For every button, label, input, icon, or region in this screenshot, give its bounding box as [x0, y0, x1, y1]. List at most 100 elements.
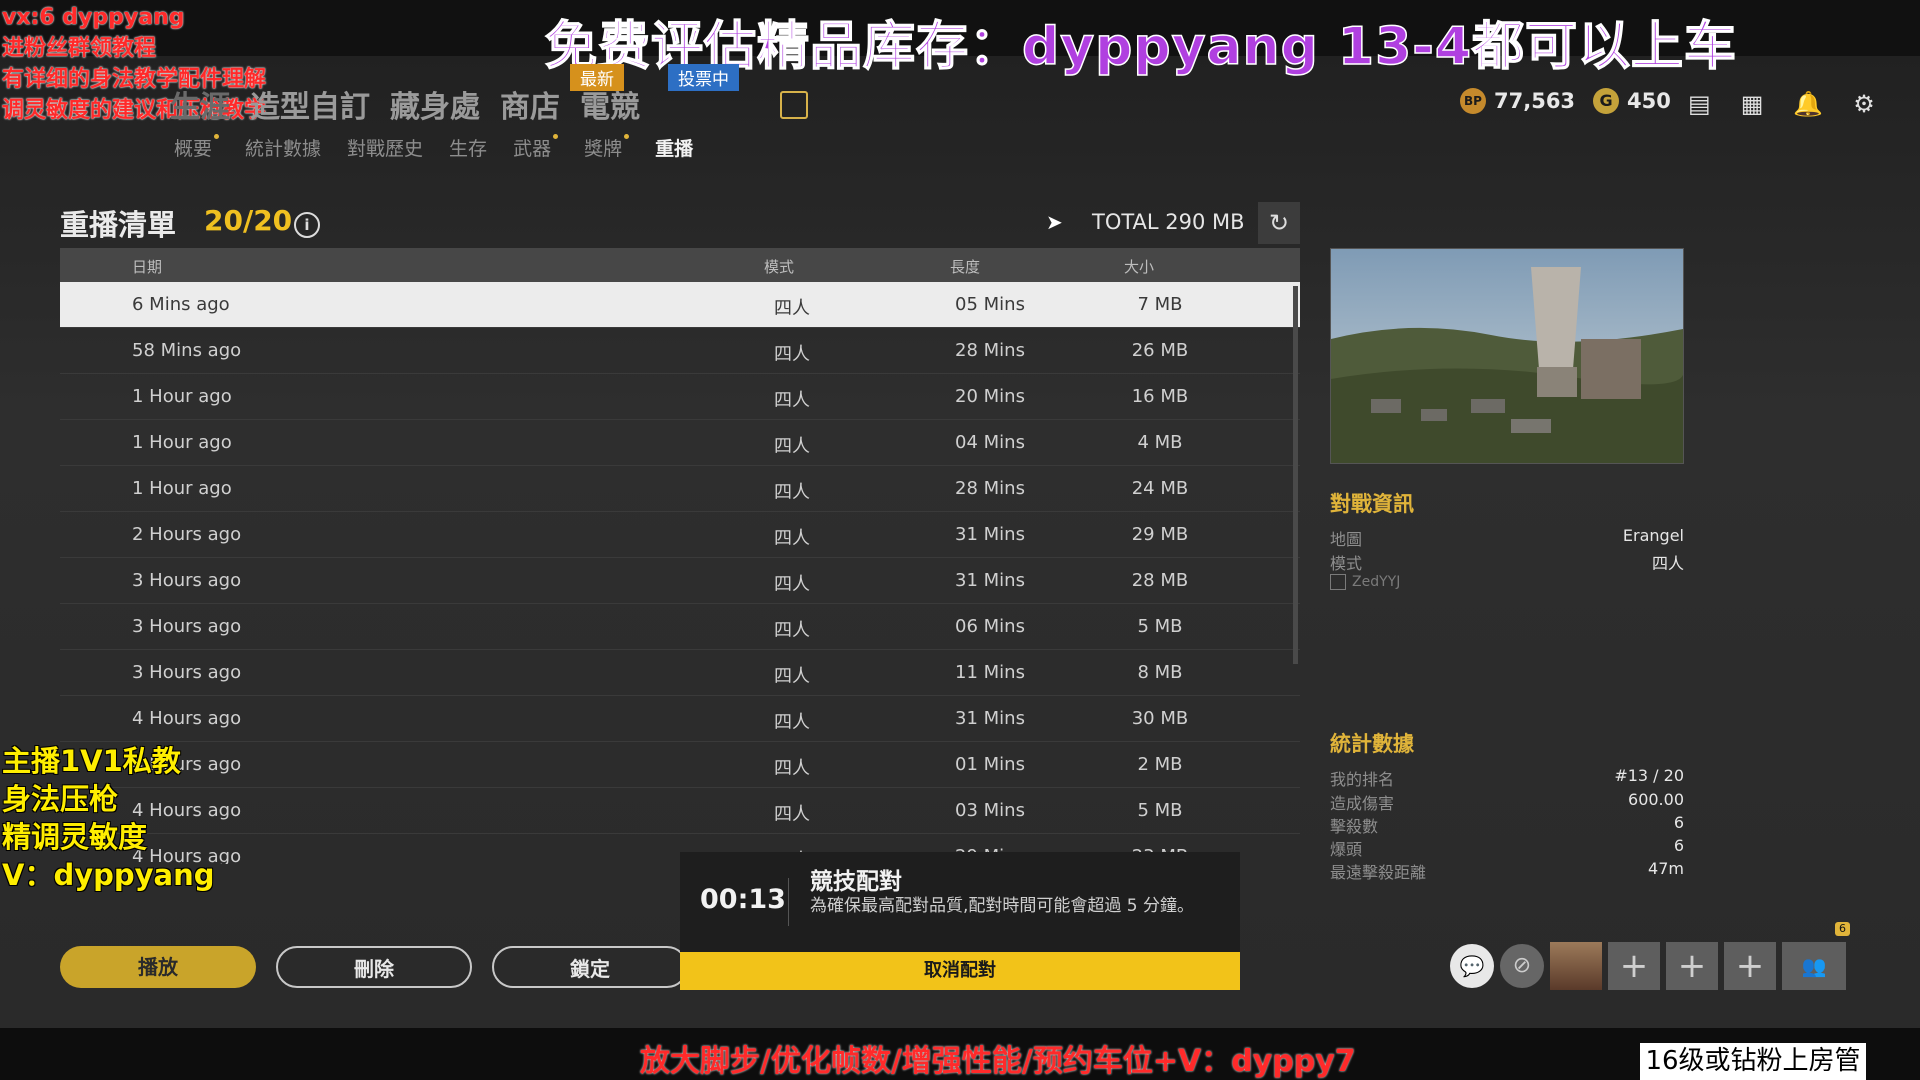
table-row[interactable]: 58 Mins ago 四人 28 Mins 26 MB: [60, 328, 1300, 374]
tab-career[interactable]: 生涯: [170, 82, 230, 126]
pass-icon[interactable]: [780, 91, 808, 119]
col-mode: 模式: [764, 258, 795, 276]
overlay-line: vx:6 dyppyang: [2, 5, 185, 30]
new-badge: 最新: [570, 64, 624, 91]
inventory-icon[interactable]: ▤: [1688, 90, 1711, 118]
play-button[interactable]: 播放: [60, 946, 256, 988]
subtab-overview[interactable]: 概要: [174, 134, 220, 161]
replay-list-title: 重播清單: [60, 208, 177, 242]
table-row[interactable]: 4 Hours ago 四人 03 Mins 5 MB: [60, 788, 1300, 834]
stream-overlay-left: 主播1V1私教 身法压枪 精调灵敏度 V：dyppyang: [2, 742, 215, 894]
cell-date: 3 Hours ago: [132, 662, 242, 683]
tab-store[interactable]: 商店: [500, 82, 560, 126]
table-row[interactable]: 3 Hours ago 四人 06 Mins 5 MB: [60, 604, 1300, 650]
bp-value: 77,563: [1494, 89, 1576, 113]
mode-label: 模式: [1330, 554, 1363, 573]
notify-dot: [553, 134, 559, 139]
cell-mode: 四人: [774, 758, 810, 779]
table-row[interactable]: 1 Hour ago 四人 04 Mins 4 MB: [60, 420, 1300, 466]
matchmaking-message: 為確保最高配對品質,配對時間可能會超過 5 分鐘。: [810, 896, 1195, 916]
cell-date: 4 Hours ago: [132, 708, 242, 729]
bell-icon[interactable]: 🔔: [1793, 90, 1823, 118]
cell-mode: 四人: [774, 482, 810, 503]
cell-size: 7 MB: [1137, 294, 1183, 315]
map-value: Erangel: [1622, 526, 1684, 545]
subtab-label: 武器: [513, 138, 552, 160]
player-name: ZedYYJ: [1352, 574, 1401, 590]
mouse-cursor-icon: ➤: [1046, 210, 1063, 234]
stream-bottom-banner: 放大脚步/优化帧数/增强性能/预约车位+V：dyppy7: [640, 1044, 1356, 1079]
cell-mode: 四人: [774, 712, 810, 733]
damage-value: 600.00: [1628, 790, 1684, 809]
list-scrollbar[interactable]: [1293, 286, 1298, 664]
delete-button[interactable]: 刪除: [276, 946, 472, 988]
refresh-icon[interactable]: ↻: [1258, 202, 1300, 244]
settings-icon[interactable]: ⚙: [1853, 90, 1875, 118]
headshots-value: 6: [1673, 836, 1684, 855]
cell-length: 01 Mins: [955, 754, 1025, 775]
add-icon[interactable]: +: [1724, 942, 1776, 990]
cell-length: 28 Mins: [955, 340, 1025, 361]
cancel-matchmaking-button[interactable]: 取消配對: [680, 952, 1240, 990]
table-row[interactable]: 4 Hours ago 四人 01 Mins 2 MB: [60, 742, 1300, 788]
cell-length: 28 Mins: [955, 478, 1025, 499]
cell-size: 8 MB: [1137, 662, 1183, 683]
cell-mode: 四人: [774, 390, 810, 411]
player-entry: ZedYYJ: [1330, 574, 1400, 590]
subtab-weapons[interactable]: 武器: [513, 134, 559, 161]
table-row[interactable]: 4 Hours ago 四人 31 Mins 30 MB: [60, 696, 1300, 742]
cell-date: 58 Mins ago: [132, 340, 242, 361]
damage-row: 造成傷害 600.00: [1330, 790, 1684, 814]
cell-length: 31 Mins: [955, 570, 1025, 591]
table-row[interactable]: 3 Hours ago 四人 11 Mins 8 MB: [60, 650, 1300, 696]
overlay-line: 精调灵敏度: [2, 820, 148, 854]
chat-icon[interactable]: 💬: [1450, 944, 1494, 988]
overlay-line: 主播1V1私教: [2, 744, 181, 778]
sub-nav: 概要 統計數據 對戰歷史 生存 武器 獎牌 重播: [174, 134, 693, 161]
matchmaking-timer: 00:13: [700, 884, 786, 915]
friends-icon[interactable]: 👥 6: [1782, 922, 1850, 990]
kills-row: 擊殺數 6: [1330, 813, 1684, 837]
news-icon[interactable]: ▦: [1741, 90, 1764, 118]
cell-length: 31 Mins: [955, 708, 1025, 729]
info-icon[interactable]: i: [294, 212, 320, 238]
table-row[interactable]: 6 Mins ago 四人 05 Mins 7 MB: [60, 282, 1300, 328]
currency-bar: BP 77,563 G 450: [1460, 88, 1671, 114]
overlay-line: 进粉丝群领教程: [2, 36, 157, 61]
subtab-survival[interactable]: 生存: [449, 134, 487, 161]
tab-hideout[interactable]: 藏身處: [390, 82, 480, 126]
table-row[interactable]: 1 Hour ago 四人 20 Mins 16 MB: [60, 374, 1300, 420]
avatar[interactable]: [1550, 942, 1602, 990]
map-row: 地圖 Erangel: [1330, 526, 1684, 550]
table-row[interactable]: 1 Hour ago 四人 28 Mins 24 MB: [60, 466, 1300, 512]
subtab-stats[interactable]: 統計數據: [245, 134, 321, 161]
subtab-history[interactable]: 對戰歷史: [347, 134, 423, 161]
table-row[interactable]: 3 Hours ago 四人 31 Mins 28 MB: [60, 558, 1300, 604]
cell-size: 24 MB: [1131, 478, 1189, 499]
notify-dot: [214, 134, 220, 139]
add-icon[interactable]: +: [1666, 942, 1718, 990]
lock-button[interactable]: 鎖定: [492, 946, 688, 988]
mode-row: 模式 四人: [1330, 550, 1684, 574]
tab-customize[interactable]: 造型自訂: [250, 82, 370, 126]
cell-mode: 四人: [774, 528, 810, 549]
cell-date: 6 Mins ago: [132, 294, 230, 315]
mode-value: 四人: [1651, 554, 1684, 573]
table-row[interactable]: 2 Hours ago 四人 31 Mins 29 MB: [60, 512, 1300, 558]
bp-coin-icon: BP: [1460, 88, 1486, 114]
vote-badge: 投票中: [668, 64, 739, 91]
cell-mode: 四人: [774, 436, 810, 457]
cell-length: 04 Mins: [955, 432, 1025, 453]
cell-date: 1 Hour ago: [132, 478, 232, 499]
subtab-label: 獎牌: [584, 138, 623, 160]
cell-mode: 四人: [774, 620, 810, 641]
subtab-replay[interactable]: 重播: [655, 134, 693, 161]
player-icon: [1330, 574, 1346, 590]
cell-date: 1 Hour ago: [132, 386, 232, 407]
mic-muted-icon[interactable]: ⊘: [1500, 944, 1544, 988]
subtab-medals[interactable]: 獎牌: [584, 134, 630, 161]
add-icon[interactable]: +: [1608, 942, 1660, 990]
rank-row: 我的排名 #13 / 20: [1330, 766, 1684, 790]
longest-kill-row: 最遠擊殺距離 47m: [1330, 859, 1684, 883]
matchmaking-title: 競技配對: [810, 869, 902, 895]
